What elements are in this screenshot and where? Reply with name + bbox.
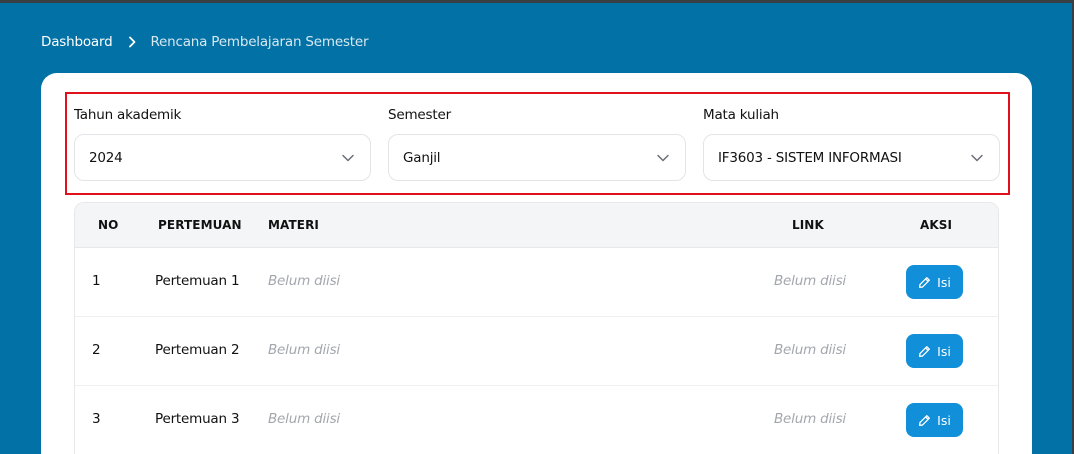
chevron-down-icon xyxy=(341,151,355,169)
filter-semester: Semester Ganjil xyxy=(388,106,686,181)
row-pertemuan: Pertemuan 3 xyxy=(155,411,240,427)
mata-kuliah-select[interactable]: IF3603 - SISTEM INFORMASI xyxy=(703,134,1000,181)
chevron-down-icon xyxy=(656,151,670,169)
isi-button[interactable]: Isi xyxy=(906,334,963,368)
pencil-icon xyxy=(919,345,931,357)
header-link: LINK xyxy=(792,218,824,232)
row-pertemuan: Pertemuan 1 xyxy=(155,273,240,289)
pencil-icon xyxy=(919,414,931,426)
semester-select[interactable]: Ganjil xyxy=(388,134,686,181)
table-row: 2 Pertemuan 2 Belum diisi Belum diisi Is… xyxy=(75,317,998,386)
isi-button-label: Isi xyxy=(937,412,951,428)
table-row: 1 Pertemuan 1 Belum diisi Belum diisi Is… xyxy=(75,248,998,317)
header-materi: MATERI xyxy=(268,218,319,232)
filter-mata-kuliah: Mata kuliah IF3603 - SISTEM INFORMASI xyxy=(703,106,1000,181)
row-no: 2 xyxy=(92,342,101,358)
header-no: NO xyxy=(98,218,119,232)
isi-button[interactable]: Isi xyxy=(906,265,963,299)
isi-button-label: Isi xyxy=(937,343,951,359)
mata-kuliah-label: Mata kuliah xyxy=(703,107,779,123)
tahun-akademik-select[interactable]: 2024 xyxy=(74,134,371,181)
chevron-down-icon xyxy=(970,151,984,169)
row-materi: Belum diisi xyxy=(268,411,340,427)
breadcrumb: Dashboard Rencana Pembelajaran Semester xyxy=(41,33,369,51)
row-pertemuan: Pertemuan 2 xyxy=(155,342,240,358)
breadcrumb-current-page: Rencana Pembelajaran Semester xyxy=(150,34,369,50)
table-header: NO PERTEMUAN MATERI LINK AKSI xyxy=(75,203,998,248)
table-row: 3 Pertemuan 3 Belum diisi Belum diisi Is… xyxy=(75,386,998,454)
row-link: Belum diisi xyxy=(774,273,846,289)
semester-label: Semester xyxy=(388,107,451,123)
row-link: Belum diisi xyxy=(774,342,846,358)
filter-tahun-akademik: Tahun akademik 2024 xyxy=(74,106,371,181)
rps-table: NO PERTEMUAN MATERI LINK AKSI 1 Pertemua… xyxy=(74,202,999,454)
isi-button[interactable]: Isi xyxy=(906,403,963,437)
row-materi: Belum diisi xyxy=(268,273,340,289)
tahun-akademik-value: 2024 xyxy=(89,149,123,166)
row-link: Belum diisi xyxy=(774,411,846,427)
row-materi: Belum diisi xyxy=(268,342,340,358)
chevron-right-icon xyxy=(128,36,136,48)
tahun-akademik-label: Tahun akademik xyxy=(74,107,182,123)
pencil-icon xyxy=(919,276,931,288)
window-top-border xyxy=(0,0,1074,3)
row-no: 3 xyxy=(92,411,101,427)
isi-button-label: Isi xyxy=(937,274,951,290)
breadcrumb-dashboard-link[interactable]: Dashboard xyxy=(41,34,113,50)
semester-value: Ganjil xyxy=(403,149,441,166)
row-no: 1 xyxy=(92,273,101,289)
header-pertemuan: PERTEMUAN xyxy=(158,218,242,232)
mata-kuliah-value: IF3603 - SISTEM INFORMASI xyxy=(718,149,902,166)
header-aksi: AKSI xyxy=(920,218,953,232)
